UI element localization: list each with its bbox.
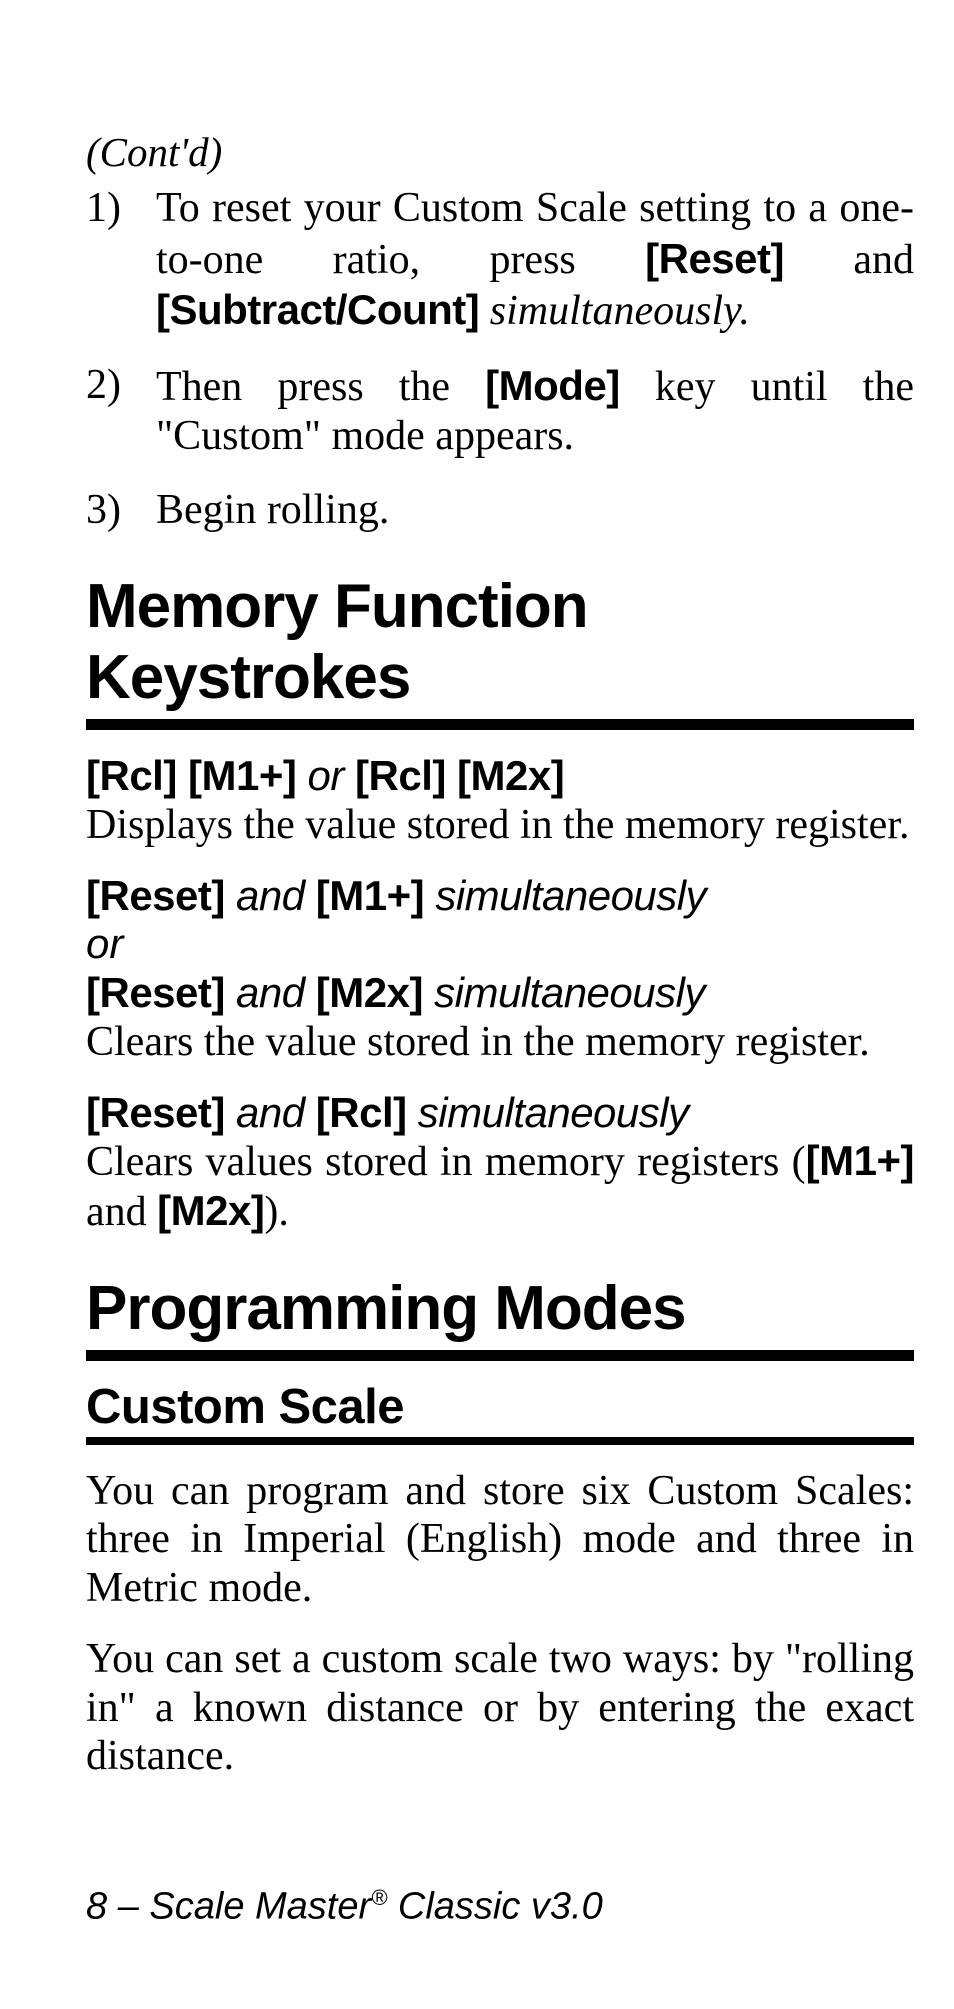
keystroke-description: Clears values stored in memory registers… — [86, 1137, 914, 1236]
body-text: Displays the value stored in the memory … — [86, 802, 909, 848]
italic-text: simultaneously. — [479, 288, 750, 334]
continued-label: (Cont'd) — [86, 128, 914, 176]
list-item: 1)To reset your Custom Scale setting to … — [86, 184, 914, 337]
numbered-steps: 1)To reset your Custom Scale setting to … — [86, 184, 914, 535]
list-number: 1) — [86, 184, 156, 337]
keycap-label: [Reset] — [86, 1089, 225, 1136]
keystroke-lead: [Reset] and [M1+] simultaneously — [86, 872, 914, 921]
keystroke-description: Clears the value stored in the memory re… — [86, 1018, 914, 1067]
list-number: 3) — [86, 486, 156, 536]
list-body: Begin rolling. — [156, 486, 914, 536]
italic-text: simultaneously — [424, 872, 706, 919]
italic-text: and — [225, 1089, 316, 1136]
keycap-label: [Reset] — [86, 872, 225, 919]
body-paragraphs: You can program and store six Custom Sca… — [86, 1467, 914, 1781]
page-footer: 8 – Scale Master® Classic v3.0 — [86, 1885, 603, 1929]
body-paragraph: You can program and store six Custom Sca… — [86, 1467, 914, 1613]
section-heading-programming: Programming Modes — [86, 1273, 914, 1361]
keystroke-lead: [Reset] and [Rcl] simultaneously — [86, 1089, 914, 1138]
keystroke-description: Displays the value stored in the memory … — [86, 801, 914, 850]
keycap-label: [M1+] — [316, 872, 424, 919]
or-separator: or — [86, 920, 914, 969]
footer-separator: – — [107, 1886, 149, 1928]
keycap-label: [Reset] — [86, 969, 225, 1016]
registered-mark-icon: ® — [371, 1885, 387, 1910]
keycap-label: [Reset] — [645, 235, 784, 282]
keystroke-lead: [Rcl] [M1+] or [Rcl] [M2x] — [86, 752, 914, 801]
body-text: Begin rolling. — [156, 487, 389, 533]
italic-text: and — [225, 872, 316, 919]
body-text: and — [784, 237, 914, 283]
body-text: Clears the value stored in the memory re… — [86, 1019, 870, 1065]
keycap-label: [Rcl] [M2x] — [355, 752, 564, 799]
list-item: 2)Then press the [Mode] key until the "C… — [86, 361, 914, 462]
keycap-label: [M2x] — [157, 1187, 264, 1234]
body-paragraph: You can set a custom scale two ways: by … — [86, 1635, 914, 1781]
list-body: Then press the [Mode] key until the "Cus… — [156, 361, 914, 462]
italic-text: simultaneously — [407, 1089, 689, 1136]
list-body: To reset your Custom Scale setting to a … — [156, 184, 914, 337]
italic-text: simultaneously — [423, 969, 705, 1016]
keystroke-entry: [Reset] and [Rcl] simultaneouslyClears v… — [86, 1089, 914, 1237]
keystroke-entry: [Reset] and [M1+] simultaneouslyor[Reset… — [86, 872, 914, 1067]
body-text: Clears values stored in memory registers… — [86, 1139, 806, 1185]
keystroke-lead: [Reset] and [M2x] simultaneously — [86, 969, 914, 1018]
page-number: 8 — [86, 1886, 107, 1928]
body-text: ). — [264, 1189, 289, 1235]
list-item: 3)Begin rolling. — [86, 486, 914, 536]
memory-keystroke-list: [Rcl] [M1+] or [Rcl] [M2x]Displays the v… — [86, 752, 914, 1236]
footer-title-a: Scale Master — [149, 1886, 371, 1928]
italic-text: and — [225, 969, 316, 1016]
keycap-label: [Subtract/Count] — [156, 286, 479, 333]
body-text: and — [86, 1189, 157, 1235]
keycap-label: [M1+] — [806, 1137, 914, 1184]
keycap-label: [M2x] — [316, 969, 423, 1016]
manual-page: (Cont'd) 1)To reset your Custom Scale se… — [0, 0, 954, 2009]
keycap-label: [Mode] — [485, 362, 620, 409]
list-number: 2) — [86, 361, 156, 462]
keycap-label: [Rcl] — [316, 1089, 407, 1136]
subsection-heading-custom-scale: Custom Scale — [86, 1379, 914, 1445]
italic-text: or — [296, 752, 355, 799]
keycap-label: [Rcl] [M1+] — [86, 752, 296, 799]
body-text: Then press the — [156, 364, 485, 410]
section-heading-memory: Memory Function Keystrokes — [86, 571, 914, 730]
keystroke-entry: [Rcl] [M1+] or [Rcl] [M2x]Displays the v… — [86, 752, 914, 849]
footer-title-b: Classic v3.0 — [387, 1886, 602, 1928]
